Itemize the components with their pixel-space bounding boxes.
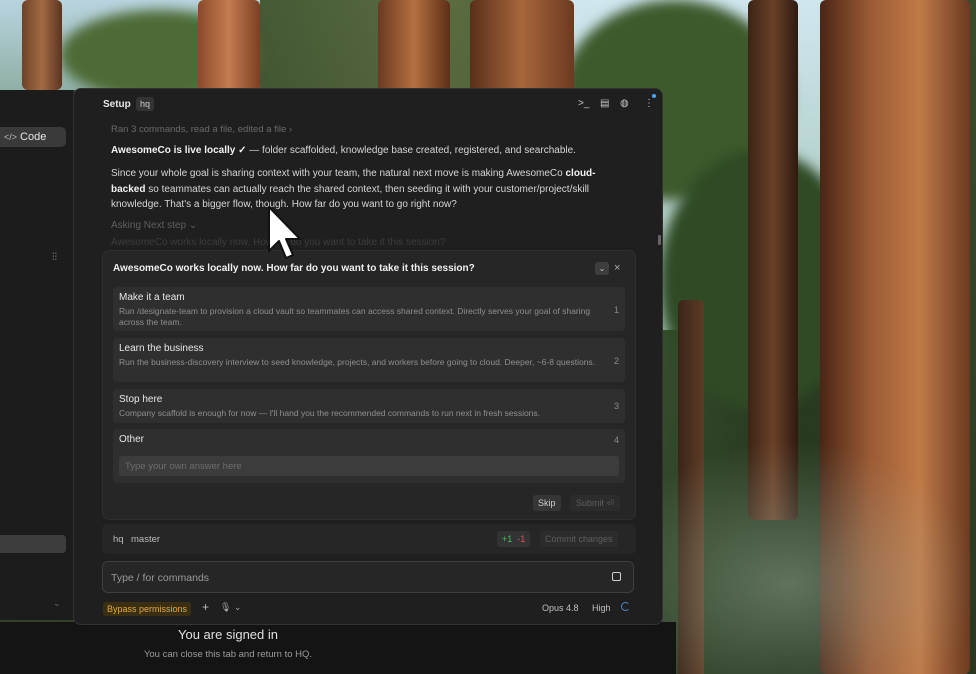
option-number: 1 [613,305,619,315]
status-highlight: AwesomeCo is live locally ✓ [111,145,247,156]
commit-changes-button[interactable]: Commit changes [540,531,618,547]
option-number: 3 [613,401,619,411]
message-text-part2: so teammates can actually reach the shar… [111,183,590,211]
option-learn-business[interactable]: Learn the business Run the business-disc… [113,338,625,382]
more-options-icon[interactable]: ⋮ [644,98,654,109]
document-icon[interactable]: ▤ [600,98,609,109]
other-answer-input[interactable] [119,456,619,476]
sidebar-input-bar[interactable] [0,535,66,553]
app-sidebar: </> Code ⫶⫶ ⌄ [0,90,74,620]
signed-in-title: You are signed in [178,627,278,642]
code-mode-button[interactable]: </> Code [0,127,66,147]
loading-spinner-icon [621,602,630,611]
option-label: Other [119,434,145,445]
workspace-name: hq [113,534,124,545]
submit-button[interactable]: Submit ⏎ [570,495,621,511]
workspace-badge: hq [136,97,155,111]
assistant-message-status: AwesomeCo is live locally ✓ — folder sca… [111,143,621,159]
model-selector[interactable]: Opus 4.8 [542,603,579,613]
question-card: AwesomeCo works locally now. How far do … [102,250,636,520]
option-label: Learn the business [119,343,204,354]
close-icon[interactable]: × [614,262,620,274]
scrollbar-thumb[interactable] [658,235,661,245]
option-label: Make it a team [119,292,185,303]
option-stop-here[interactable]: Stop here Company scaffold is enough for… [113,389,625,423]
option-label: Stop here [119,394,163,405]
branch-selector[interactable]: master [131,534,160,545]
option-description: Run /designate-team to provision a cloud… [119,306,591,327]
command-input[interactable] [109,562,603,594]
asking-next-step-toggle[interactable]: Asking Next step ⌄ [111,220,197,231]
microphone-icon[interactable]: 🎙 ⌄ [220,602,241,613]
chevron-down-icon[interactable]: ⌄ [53,598,61,609]
mouse-cursor-icon [268,206,301,259]
message-text-part1: Since your whole goal is sharing context… [111,168,566,179]
branch-bar: hq master +1 -1 Commit changes [102,524,636,554]
diff-additions: +1 [502,534,513,544]
bypass-permissions-badge[interactable]: Bypass permissions [103,602,192,616]
notification-dot [652,94,656,98]
option-other[interactable]: Other 4 [113,429,625,483]
add-attachment-button[interactable]: + [202,600,209,614]
skip-button[interactable]: Skip [533,495,561,511]
option-number: 4 [613,435,619,445]
diff-deletions: -1 [517,534,526,544]
code-mode-label: Code [20,131,47,143]
status-text: — folder scaffolded, knowledge base crea… [246,145,576,156]
option-number: 2 [613,356,619,366]
terminal-icon[interactable]: >_ [578,98,589,109]
settings-sliders-icon[interactable]: ⫶⫶ [52,252,57,263]
chat-window: Setup hq >_ ▤ ◍ ⋮ Ran 3 commands, read a… [73,88,663,625]
diff-stats-badge[interactable]: +1 -1 [497,531,531,547]
globe-icon[interactable]: ◍ [620,98,629,109]
session-title: Setup [103,99,131,110]
collapse-chevron-icon[interactable]: ⌄ [595,262,609,275]
option-description: Company scaffold is enough for now — I'l… [119,408,541,418]
tool-activity-summary[interactable]: Ran 3 commands, read a file, edited a fi… [111,124,292,135]
option-make-team[interactable]: Make it a team Run /designate-team to pr… [113,287,625,331]
signed-in-page: You are signed in You can close this tab… [0,622,676,674]
command-input-box [102,561,634,594]
signed-in-subtitle: You can close this tab and return to HQ. [143,649,313,660]
assistant-message-next-step: Since your whole goal is sharing context… [111,166,621,213]
code-icon: </> [4,132,18,142]
option-description: Run the business-discovery interview to … [119,357,596,367]
stop-icon[interactable] [612,572,621,581]
effort-selector[interactable]: High [592,603,611,613]
